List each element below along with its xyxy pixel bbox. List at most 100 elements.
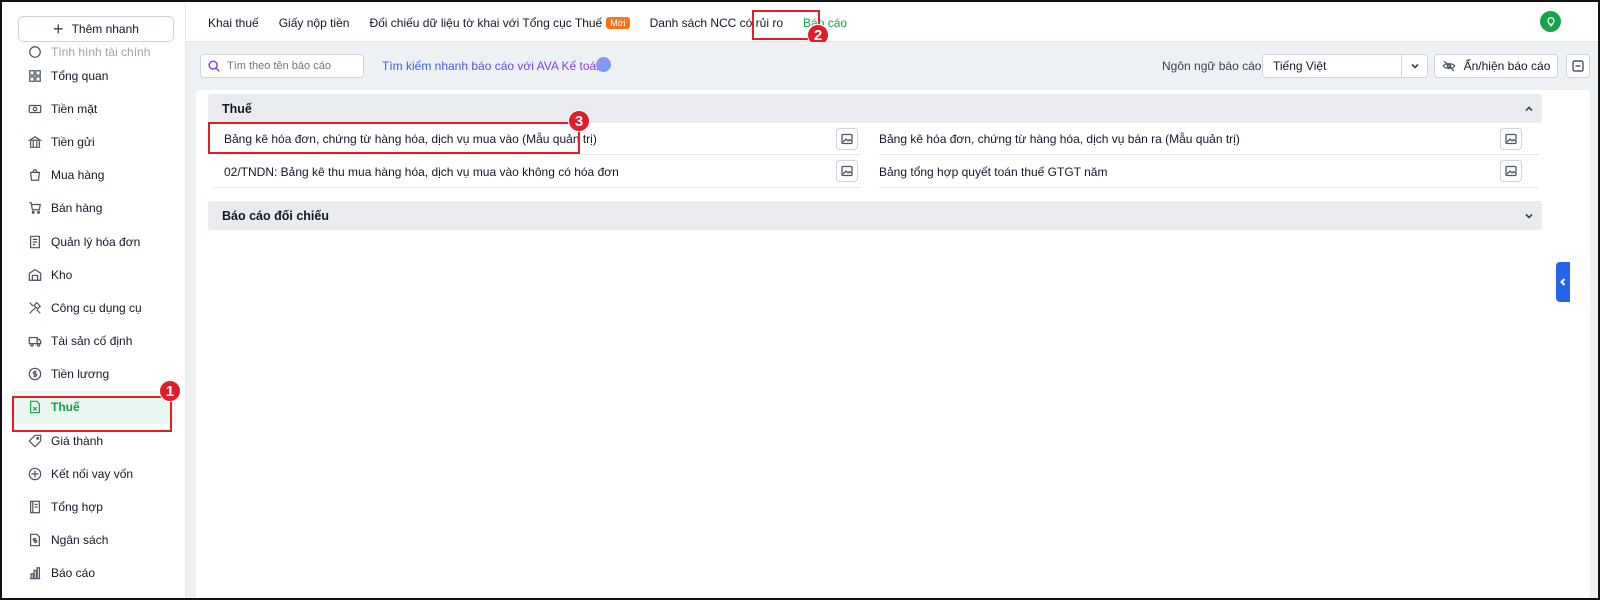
sidebar-item-label: Mua hàng — [51, 168, 105, 183]
report-label: Bảng tổng hợp quyết toán thuế GTGT năm — [879, 164, 1108, 179]
report-search[interactable] — [200, 54, 364, 78]
top-tab-bar: Khai thuế Giấy nộp tiền Đối chiếu dữ liệ… — [186, 4, 1598, 42]
section-thue-header[interactable]: Thuế — [208, 94, 1542, 123]
tab-label: Đối chiếu dữ liệu tờ khai với Tổng cục T… — [369, 15, 603, 30]
report-preview-button[interactable] — [1500, 128, 1522, 150]
shopping-bag-icon — [29, 169, 41, 182]
image-preview-icon — [1505, 133, 1517, 145]
invoice-icon — [30, 235, 40, 248]
sidebar-item-mua-hang[interactable]: Mua hàng — [4, 159, 185, 192]
sidebar-item-tien-luong[interactable]: Tiền lương — [4, 358, 185, 391]
ava-assistant-icon[interactable] — [596, 57, 611, 72]
plus-icon: + — [53, 19, 64, 39]
image-preview-icon — [841, 165, 853, 177]
tab-label: Giấy nộp tiền — [278, 15, 350, 30]
language-value: Tiếng Việt — [1273, 59, 1327, 73]
report-preview-button[interactable] — [1500, 160, 1522, 182]
collapse-all-button[interactable] — [1566, 54, 1590, 78]
sidebar-item-label: Công cụ dụng cụ — [51, 300, 142, 315]
report-item[interactable]: 02/TNDN: Bảng kê thu mua hàng hóa, dịch … — [214, 156, 860, 188]
tab-label: Khai thuế — [208, 15, 259, 30]
sidebar-item-tai-san-co-dinh[interactable]: Tài sản cố định — [4, 325, 185, 358]
sidebar-item-kho[interactable]: Kho — [4, 258, 185, 291]
sidebar-item-label: Bán hàng — [51, 201, 103, 216]
step-marker-3: 3 — [568, 110, 590, 132]
sidebar-nav: Tình hình tài chính Tổng quan Tiền mặt T… — [4, 37, 185, 590]
eye-off-icon — [1442, 60, 1456, 72]
sidebar-item-label: Tiền gửi — [51, 134, 95, 149]
report-preview-button[interactable] — [836, 160, 858, 182]
sidebar-item-cong-cu-dung-cu[interactable]: Công cụ dụng cụ — [4, 291, 185, 324]
toggle-reports-label: Ẩn/hiện báo cáo — [1463, 59, 1551, 73]
sidebar-item-tien-gui[interactable]: Tiền gửi — [4, 125, 185, 158]
language-label: Ngôn ngữ báo cáo — [1162, 59, 1262, 73]
chevron-down-icon[interactable] — [1524, 210, 1534, 224]
sidebar-item-tong-hop[interactable]: Tổng hợp — [4, 490, 185, 523]
toggle-reports-button[interactable]: Ẩn/hiện báo cáo — [1434, 54, 1558, 78]
bank-icon — [28, 135, 42, 148]
report-label: Bảng kê hóa đơn, chứng từ hàng hóa, dịch… — [879, 131, 1240, 146]
sidebar-item-label: Tổng hợp — [51, 500, 103, 515]
section-title: Báo cáo đối chiếu — [222, 208, 329, 223]
sidebar-item-ban-hang[interactable]: Bán hàng — [4, 192, 185, 225]
cart-icon — [29, 202, 41, 215]
image-preview-icon — [841, 133, 853, 145]
dollar-circle-icon — [28, 367, 42, 381]
report-item[interactable]: Bảng tổng hợp quyết toán thuế GTGT năm — [879, 156, 1539, 188]
ai-search-icon — [208, 60, 220, 72]
sidebar-item-label: Tiền mặt — [51, 101, 98, 116]
sidebar-item-label: Tình hình tài chính — [51, 45, 151, 59]
chevron-down-icon[interactable] — [1401, 55, 1427, 77]
sidebar-item-partial[interactable]: Tình hình tài chính — [4, 45, 185, 59]
grid-icon — [29, 69, 41, 82]
sidebar: + Thêm nhanh Tình hình tài chính Tổng qu… — [4, 4, 186, 598]
chevron-up-icon[interactable] — [1524, 103, 1534, 117]
lightbulb-icon — [1546, 16, 1555, 26]
bar-chart-icon — [29, 567, 41, 580]
tab-khai-thue[interactable]: Khai thuế — [208, 16, 259, 30]
sidebar-item-bao-cao[interactable]: Báo cáo — [4, 557, 185, 590]
warehouse-icon — [28, 268, 42, 281]
report-search-input[interactable] — [227, 60, 357, 72]
sidebar-item-label: Tài sản cố định — [51, 334, 133, 349]
side-panel-toggle[interactable] — [1556, 262, 1570, 302]
ava-search-link[interactable]: Tìm kiếm nhanh báo cáo với AVA Kế toán — [382, 59, 603, 73]
tab-giay-nop-tien[interactable]: Giấy nộp tiền — [279, 16, 350, 30]
highlight-box-sidebar — [12, 396, 172, 432]
ledger-icon — [30, 500, 40, 514]
report-label: 02/TNDN: Bảng kê thu mua hàng hóa, dịch … — [224, 164, 619, 179]
sidebar-item-label: Tiền lương — [51, 367, 110, 382]
highlight-box-report — [208, 122, 580, 154]
minus-square-icon — [1572, 60, 1584, 72]
report-panel: Thuế Bảng kê hóa đơn, chứng từ hàng hóa,… — [196, 90, 1590, 598]
tools-icon — [29, 301, 42, 314]
step-marker-1: 1 — [159, 380, 181, 402]
sidebar-item-tong-quan[interactable]: Tổng quan — [4, 59, 185, 92]
report-item[interactable]: Bảng kê hóa đơn, chứng từ hàng hóa, dịch… — [879, 123, 1539, 155]
budget-icon — [30, 533, 40, 547]
app-window: + Thêm nhanh Tình hình tài chính Tổng qu… — [0, 0, 1600, 600]
tab-doi-chieu[interactable]: Đối chiếu dữ liệu tờ khai với Tổng cục T… — [369, 15, 630, 30]
new-badge: Mới — [606, 16, 630, 29]
section-bao-cao-doi-chieu-header[interactable]: Báo cáo đối chiếu — [208, 201, 1542, 230]
sidebar-item-ket-noi-vay-von[interactable]: Kết nối vay vốn — [4, 457, 185, 490]
sidebar-item-tien-mat[interactable]: Tiền mặt — [4, 92, 185, 125]
sidebar-item-label: Quản lý hóa đơn — [51, 234, 141, 249]
sidebar-item-label: Ngân sách — [51, 533, 109, 548]
chart-icon — [29, 46, 41, 58]
chevron-left-icon — [1560, 278, 1566, 286]
section-title: Thuế — [222, 101, 252, 116]
sidebar-item-ngan-sach[interactable]: Ngân sách — [4, 524, 185, 557]
tag-icon — [28, 434, 42, 448]
sidebar-item-label: Kết nối vay vốn — [51, 466, 134, 481]
sidebar-item-label: Tổng quan — [51, 68, 109, 83]
report-preview-button[interactable] — [836, 128, 858, 150]
truck-icon — [28, 336, 42, 347]
cash-icon — [28, 104, 42, 113]
idea-button[interactable] — [1540, 11, 1561, 32]
sidebar-item-quan-ly-hoa-don[interactable]: Quản lý hóa đơn — [4, 225, 185, 258]
language-select[interactable]: Tiếng Việt — [1262, 54, 1428, 78]
link-loan-icon — [28, 467, 42, 481]
sidebar-item-label: Giá thành — [51, 433, 104, 448]
sidebar-item-label: Báo cáo — [51, 566, 96, 581]
